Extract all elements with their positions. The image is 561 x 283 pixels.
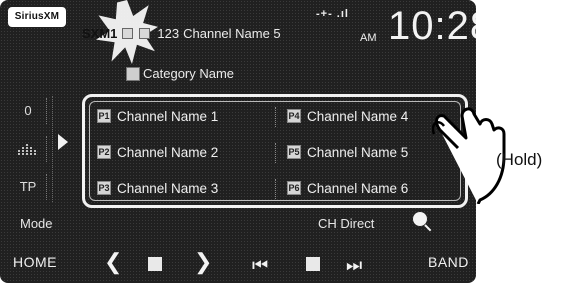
siriusxm-logo: SiriusXM <box>8 7 66 27</box>
preset-divider <box>275 107 277 127</box>
preset-label: Channel Name 5 <box>307 144 409 160</box>
chevron-left-icon[interactable]: ❮ <box>104 250 122 274</box>
hold-annotation: (Hold) <box>496 150 543 169</box>
category-icon <box>126 66 140 81</box>
search-icon[interactable] <box>413 212 427 226</box>
side-divider <box>52 96 54 202</box>
hand-pointer-icon <box>432 107 506 204</box>
equalizer-icon[interactable] <box>10 136 47 162</box>
category-name: Category Name <box>143 66 235 81</box>
clock: 10:28 <box>388 4 476 48</box>
preset-list: P1 Channel Name 1 P2 Channel Name 2 P3 C… <box>82 94 468 208</box>
channel-name: Channel Name 5 <box>183 26 281 41</box>
preset-button-5[interactable]: P5 Channel Name 5 <box>287 137 408 167</box>
channel-info-line: SXM1 123 Channel Name 5 <box>82 26 281 41</box>
next-icon[interactable]: ⏭ <box>346 253 362 277</box>
expand-arrow-icon[interactable] <box>58 134 68 150</box>
band-button[interactable]: BAND <box>428 254 469 270</box>
previous-icon[interactable]: ⏮ <box>252 253 268 277</box>
preset-2-icon: P2 <box>97 145 111 159</box>
channel-icon <box>139 28 151 39</box>
chevron-right-icon[interactable]: ❯ <box>194 250 212 274</box>
preset-button-6[interactable]: P6 Channel Name 6 <box>287 173 408 203</box>
signal-strength-icon: -+- .ıl <box>316 8 349 20</box>
clock-ampm: AM <box>360 32 377 44</box>
preset-4-icon: P4 <box>287 109 301 123</box>
preset-label: Channel Name 4 <box>307 108 409 124</box>
preset-label: Channel Name 6 <box>307 180 409 196</box>
preset-label: Channel Name 1 <box>117 108 219 124</box>
ch-direct-button[interactable]: CH Direct <box>318 216 374 231</box>
preset-divider <box>275 179 277 199</box>
tp-button[interactable]: TP <box>10 174 47 200</box>
preset-button-1[interactable]: P1 Channel Name 1 <box>97 101 218 131</box>
preset-button-2[interactable]: P2 Channel Name 2 <box>97 137 218 167</box>
preset-indicator-icon <box>122 28 134 39</box>
preset-6-icon: P6 <box>287 181 301 195</box>
preset-5-icon: P5 <box>287 145 301 159</box>
preset-label: Channel Name 2 <box>117 144 219 160</box>
home-button[interactable]: HOME <box>13 254 57 270</box>
preset-button-3[interactable]: P3 Channel Name 3 <box>97 173 218 203</box>
stop-icon[interactable] <box>306 257 320 271</box>
category-list-icon[interactable] <box>148 257 162 271</box>
preset-1-icon: P1 <box>97 109 111 123</box>
preset-button-4[interactable]: P4 Channel Name 4 <box>287 101 408 131</box>
side-key-0[interactable]: 0 <box>10 98 47 124</box>
head-unit-screen: SiriusXM SXM1 123 Channel Name 5 Categor… <box>0 0 476 283</box>
preset-divider <box>275 143 277 163</box>
channel-number: 123 <box>157 26 180 41</box>
preset-label: Channel Name 3 <box>117 180 219 196</box>
category-line: Category Name <box>126 66 234 81</box>
band-label: SXM1 <box>82 26 118 41</box>
preset-3-icon: P3 <box>97 181 111 195</box>
mode-button[interactable]: Mode <box>20 216 53 231</box>
